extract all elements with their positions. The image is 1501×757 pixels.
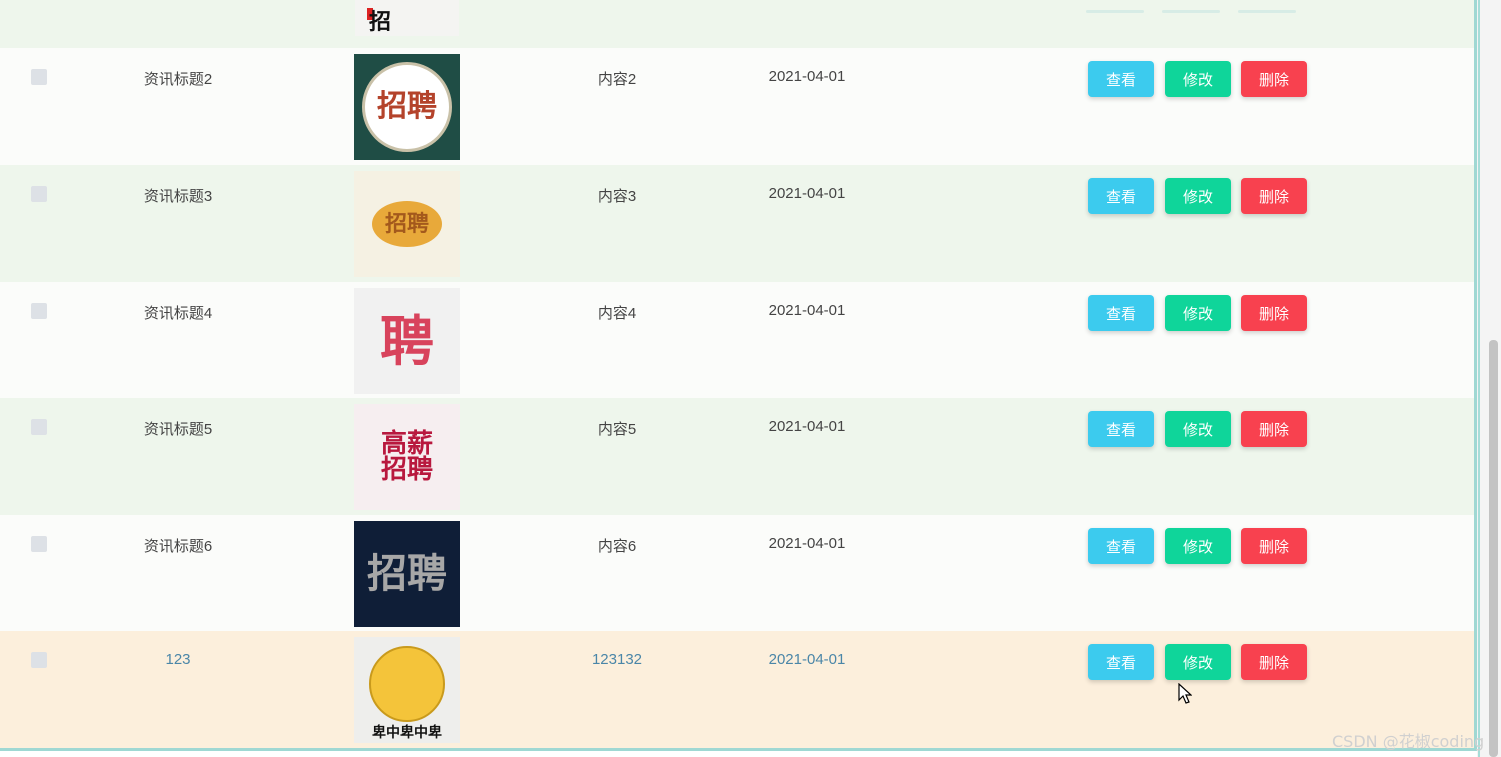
news-content-cell: 内容5 xyxy=(597,421,637,438)
news-title-cell: 资讯标题6 xyxy=(143,538,213,555)
news-title-cell: 资讯标题4 xyxy=(143,305,213,322)
news-image-text: 招聘 xyxy=(384,211,429,237)
row-checkbox[interactable] xyxy=(31,652,47,668)
news-content-cell: 内容3 xyxy=(597,188,637,205)
news-image-text: 招聘 xyxy=(377,89,437,124)
edit-button[interactable]: 修改 xyxy=(1165,295,1231,331)
mouse-cursor-icon xyxy=(1178,683,1192,704)
view-button[interactable]: 查看 xyxy=(1088,178,1154,214)
row-checkbox[interactable] xyxy=(31,186,47,202)
news-content-cell: 内容4 xyxy=(597,305,637,322)
view-button-partial xyxy=(1086,10,1144,13)
table-row: 资讯标题6 招聘 内容6 2021-04-01 查看 修改 删除 xyxy=(0,515,1474,632)
view-button[interactable]: 查看 xyxy=(1088,61,1154,97)
news-image: 卑中卑中卑 xyxy=(354,637,460,743)
delete-button[interactable]: 删除 xyxy=(1241,295,1307,331)
edit-button[interactable]: 修改 xyxy=(1165,178,1231,214)
scrollbar-border xyxy=(1478,0,1480,757)
news-title-cell: 资讯标题3 xyxy=(143,188,213,205)
news-image-text: 招聘 xyxy=(367,550,447,597)
delete-button[interactable]: 删除 xyxy=(1241,528,1307,564)
news-image-partial: 招 xyxy=(355,0,459,36)
delete-button[interactable]: 删除 xyxy=(1241,61,1307,97)
delete-button[interactable]: 删除 xyxy=(1241,178,1307,214)
news-date-cell: 2021-04-01 xyxy=(768,302,846,319)
news-image-text: 卑中卑中卑 xyxy=(372,725,442,741)
news-content-cell: 123132 xyxy=(591,651,643,668)
table-row: 资讯标题5 高薪招聘 内容5 2021-04-01 查看 修改 删除 xyxy=(0,398,1474,515)
watermark: CSDN @花椒coding xyxy=(1332,732,1485,751)
news-date-cell: 2021-04-01 xyxy=(768,185,846,202)
table-row: 资讯标题2 招聘 内容2 2021-04-01 查看 修改 删除 xyxy=(0,48,1474,165)
table-row: 资讯标题3 招聘 内容3 2021-04-01 查看 修改 删除 xyxy=(0,165,1474,282)
view-button[interactable]: 查看 xyxy=(1088,528,1154,564)
row-checkbox[interactable] xyxy=(31,303,47,319)
news-image: 高薪招聘 xyxy=(354,404,460,510)
image-ball-shape: 招聘 xyxy=(372,201,442,247)
news-image: 聘 xyxy=(354,288,460,394)
edit-button[interactable]: 修改 xyxy=(1165,644,1231,680)
news-image-text: 高薪招聘 xyxy=(380,429,433,485)
news-image-text: 聘 xyxy=(380,309,434,373)
news-date-cell: 2021-04-01 xyxy=(768,418,846,435)
delete-button[interactable]: 删除 xyxy=(1241,411,1307,447)
delete-button-partial xyxy=(1238,10,1296,13)
news-date-cell: 2021-04-01 xyxy=(768,651,846,668)
delete-button[interactable]: 删除 xyxy=(1241,644,1307,680)
view-button[interactable]: 查看 xyxy=(1088,644,1154,680)
image-circle-shape: 招聘 xyxy=(362,62,452,152)
news-content-cell: 内容2 xyxy=(597,71,637,88)
edit-button[interactable]: 修改 xyxy=(1165,61,1231,97)
table-row-partial: 招 xyxy=(0,0,1474,48)
news-title-cell: 资讯标题2 xyxy=(143,71,213,88)
news-image: 招聘 xyxy=(354,54,460,160)
edit-button-partial xyxy=(1162,10,1220,13)
scrollbar-thumb[interactable] xyxy=(1489,340,1498,757)
news-title-cell: 123 xyxy=(165,651,191,668)
row-checkbox[interactable] xyxy=(31,419,47,435)
row-checkbox[interactable] xyxy=(31,536,47,552)
table-row: 123 卑中卑中卑 123132 2021-04-01 查看 修改 删除 xyxy=(0,631,1474,748)
edit-button[interactable]: 修改 xyxy=(1165,411,1231,447)
smiley-face-icon xyxy=(369,646,445,722)
news-date-cell: 2021-04-01 xyxy=(768,68,846,85)
vertical-scrollbar[interactable] xyxy=(1477,0,1501,757)
news-image: 招聘 xyxy=(354,171,460,277)
news-image: 招聘 xyxy=(354,521,460,627)
view-button[interactable]: 查看 xyxy=(1088,411,1154,447)
table-row: 资讯标题4 聘 内容4 2021-04-01 查看 修改 删除 xyxy=(0,282,1474,399)
news-content-cell: 内容6 xyxy=(597,538,637,555)
news-date-cell: 2021-04-01 xyxy=(768,535,846,552)
row-checkbox[interactable] xyxy=(31,69,47,85)
table-frame: 招 资讯标题2 招聘 内容2 2021-04-01 查看 修改 删除 资讯标题3 招聘 内容3 20… xyxy=(0,0,1477,751)
news-title-cell: 资讯标题5 xyxy=(143,421,213,438)
edit-button[interactable]: 修改 xyxy=(1165,528,1231,564)
view-button[interactable]: 查看 xyxy=(1088,295,1154,331)
